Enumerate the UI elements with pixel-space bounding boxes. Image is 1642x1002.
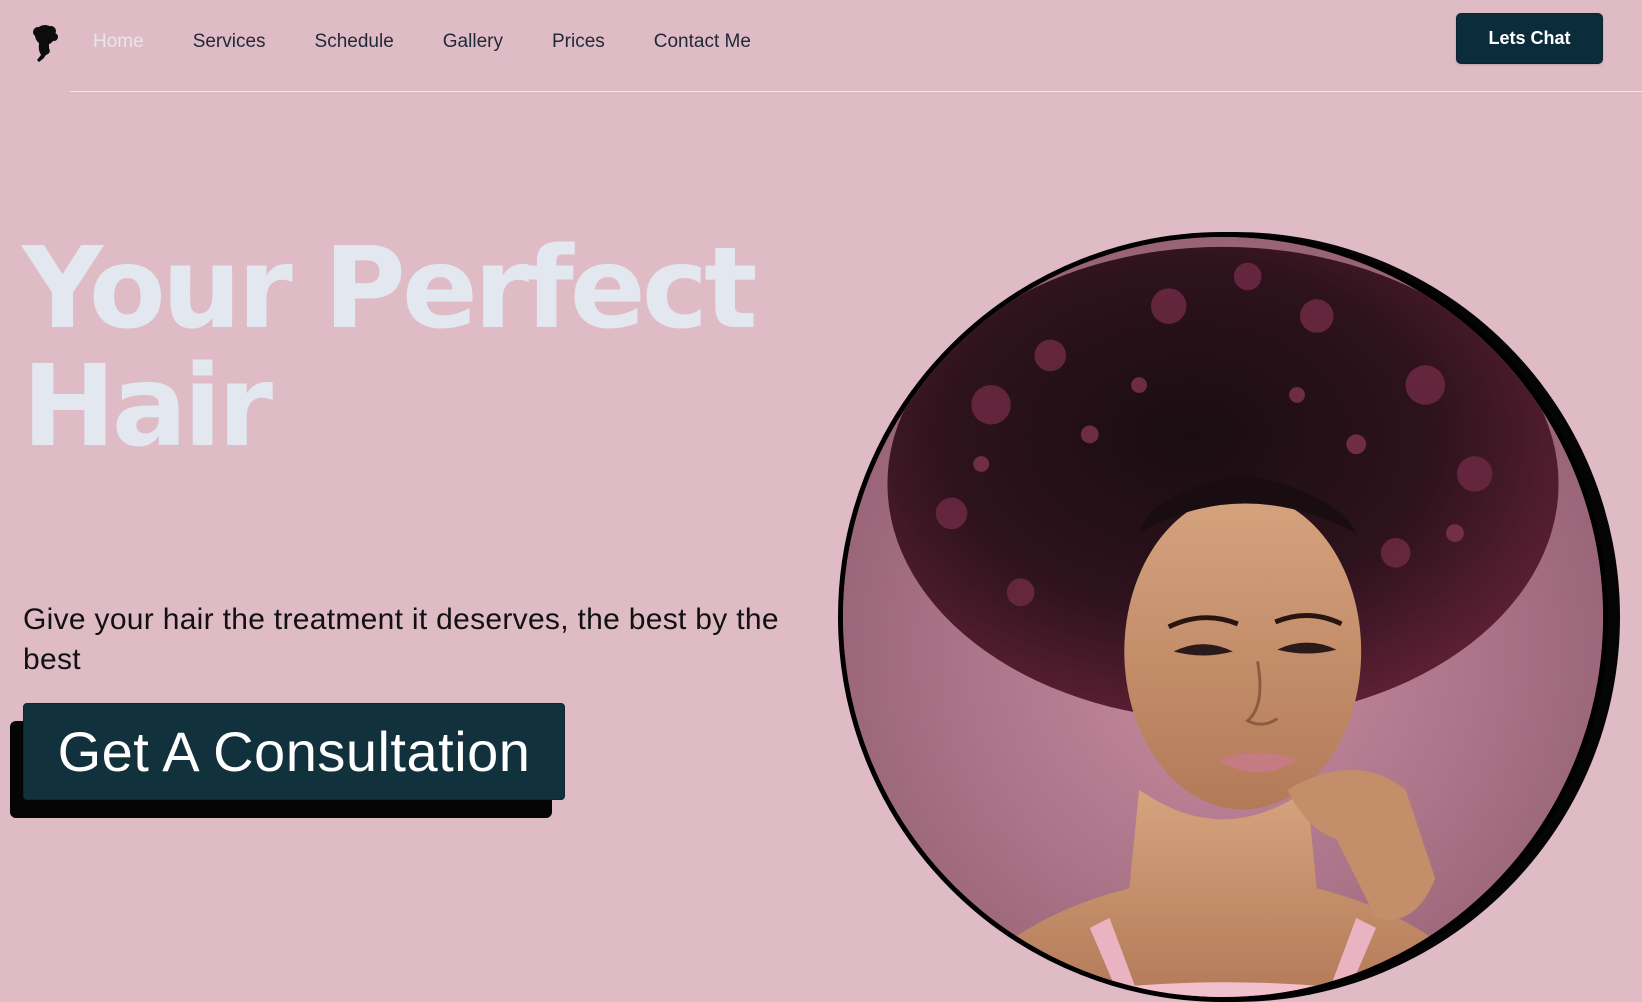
hero-title-line-1: Your Perfect bbox=[22, 224, 758, 354]
get-consultation-button[interactable]: Get A Consultation bbox=[23, 703, 565, 800]
hero-subtitle: Give your hair the treatment it deserves… bbox=[23, 603, 779, 676]
main-nav: Home Services Schedule Gallery Prices Co… bbox=[93, 30, 800, 54]
afro-hair-portrait-image bbox=[843, 237, 1603, 997]
lets-chat-button[interactable]: Lets Chat bbox=[1456, 13, 1603, 64]
hero-title: Your Perfect Hair bbox=[22, 230, 782, 466]
nav-link-home[interactable]: Home bbox=[93, 30, 144, 54]
nav-link-gallery[interactable]: Gallery bbox=[443, 30, 503, 54]
nav-link-services[interactable]: Services bbox=[193, 30, 266, 54]
woman-silhouette-icon bbox=[33, 25, 58, 62]
logo-icon[interactable] bbox=[30, 24, 60, 64]
nav-link-contact-me[interactable]: Contact Me bbox=[654, 30, 751, 54]
hero-title-line-2: Hair bbox=[22, 342, 273, 472]
nav-divider bbox=[70, 91, 1642, 92]
nav-link-prices[interactable]: Prices bbox=[552, 30, 605, 54]
hero-portrait bbox=[838, 232, 1608, 1002]
nav-link-schedule[interactable]: Schedule bbox=[315, 30, 394, 54]
